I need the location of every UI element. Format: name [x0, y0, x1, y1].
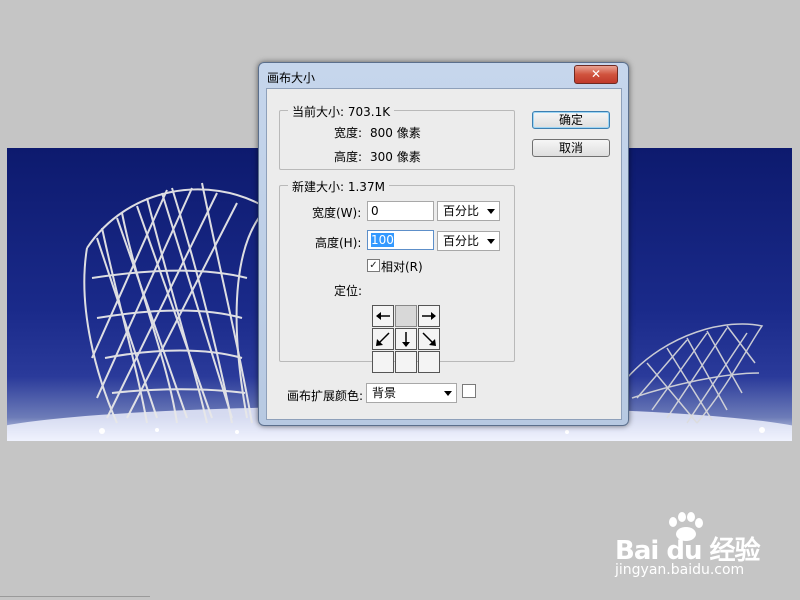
anchor-cell-bottom-center[interactable]: [395, 351, 417, 373]
new-height-label: 高度(H):: [315, 236, 362, 250]
width-unit-select[interactable]: 百分比: [437, 201, 500, 221]
height-unit-value: 百分比: [443, 234, 480, 248]
canvas-size-dialog: 画布大小 ✕ 当前大小: 703.1K 宽度: 800 像素 高度: 300 像…: [258, 62, 629, 426]
anchor-cell-middle-center[interactable]: [395, 328, 417, 350]
anchor-cell-top-center[interactable]: [395, 305, 417, 327]
anchor-cell-bottom-left[interactable]: [372, 351, 394, 373]
ok-button-label: 确定: [558, 113, 583, 127]
cancel-button-label: 取消: [558, 141, 583, 155]
canvas-ext-color-swatch[interactable]: [462, 384, 476, 398]
baidu-watermark: Bai du 经验 jingyan.baidu.com: [613, 512, 763, 582]
height-input-value: 100: [371, 233, 394, 247]
arrow-down-left-icon: [376, 332, 390, 346]
chevron-down-icon: [487, 239, 495, 244]
canvas-ext-value: 背景: [372, 386, 397, 400]
anchor-cell-middle-left[interactable]: [372, 328, 394, 350]
anchor-label: 定位:: [334, 284, 363, 298]
dialog-body: 当前大小: 703.1K 宽度: 800 像素 高度: 300 像素 新建大小:…: [266, 88, 622, 420]
anchor-cell-top-left[interactable]: [372, 305, 394, 327]
width-unit-value: 百分比: [443, 204, 480, 218]
current-height-label: 高度:: [334, 150, 363, 164]
height-unit-select[interactable]: 百分比: [437, 231, 500, 251]
canvas-ext-select[interactable]: 背景: [366, 383, 457, 403]
relative-checkbox[interactable]: ✓: [367, 259, 380, 272]
ok-button[interactable]: 确定: [532, 111, 610, 129]
dialog-title: 画布大小: [267, 71, 316, 85]
width-input[interactable]: 0: [367, 201, 434, 221]
arrow-left-icon: [376, 312, 390, 320]
height-input[interactable]: 100: [367, 230, 434, 250]
chevron-down-icon: [444, 391, 452, 396]
arrow-down-right-icon: [422, 332, 436, 346]
current-height-value: 300 像素: [370, 150, 421, 164]
width-input-value: 0: [371, 204, 379, 218]
chevron-down-icon: [487, 209, 495, 214]
anchor-grid: [372, 305, 440, 373]
watermark-url-text: jingyan.baidu.com: [615, 562, 745, 578]
current-size-title: 当前大小: 703.1K: [288, 103, 395, 120]
arrow-right-icon: [422, 312, 436, 320]
current-width-label: 宽度:: [334, 126, 363, 140]
anchor-cell-middle-right[interactable]: [418, 328, 440, 350]
relative-label: 相对(R): [381, 260, 423, 274]
cancel-button[interactable]: 取消: [532, 139, 610, 157]
current-size-group: 当前大小: 703.1K 宽度: 800 像素 高度: 300 像素: [279, 103, 515, 170]
current-width-value: 800 像素: [370, 126, 421, 140]
close-icon: ✕: [590, 67, 602, 81]
check-icon: ✓: [369, 260, 378, 271]
divider-line: [0, 596, 150, 597]
anchor-cell-top-right[interactable]: [418, 305, 440, 327]
new-size-title: 新建大小: 1.37M: [288, 178, 389, 195]
arrow-down-icon: [402, 332, 410, 347]
close-button[interactable]: ✕: [574, 65, 618, 84]
new-width-label: 宽度(W):: [312, 206, 362, 220]
anchor-cell-bottom-right[interactable]: [418, 351, 440, 373]
canvas-ext-label: 画布扩展颜色:: [287, 389, 364, 403]
title-bar[interactable]: 画布大小 ✕: [259, 63, 628, 87]
